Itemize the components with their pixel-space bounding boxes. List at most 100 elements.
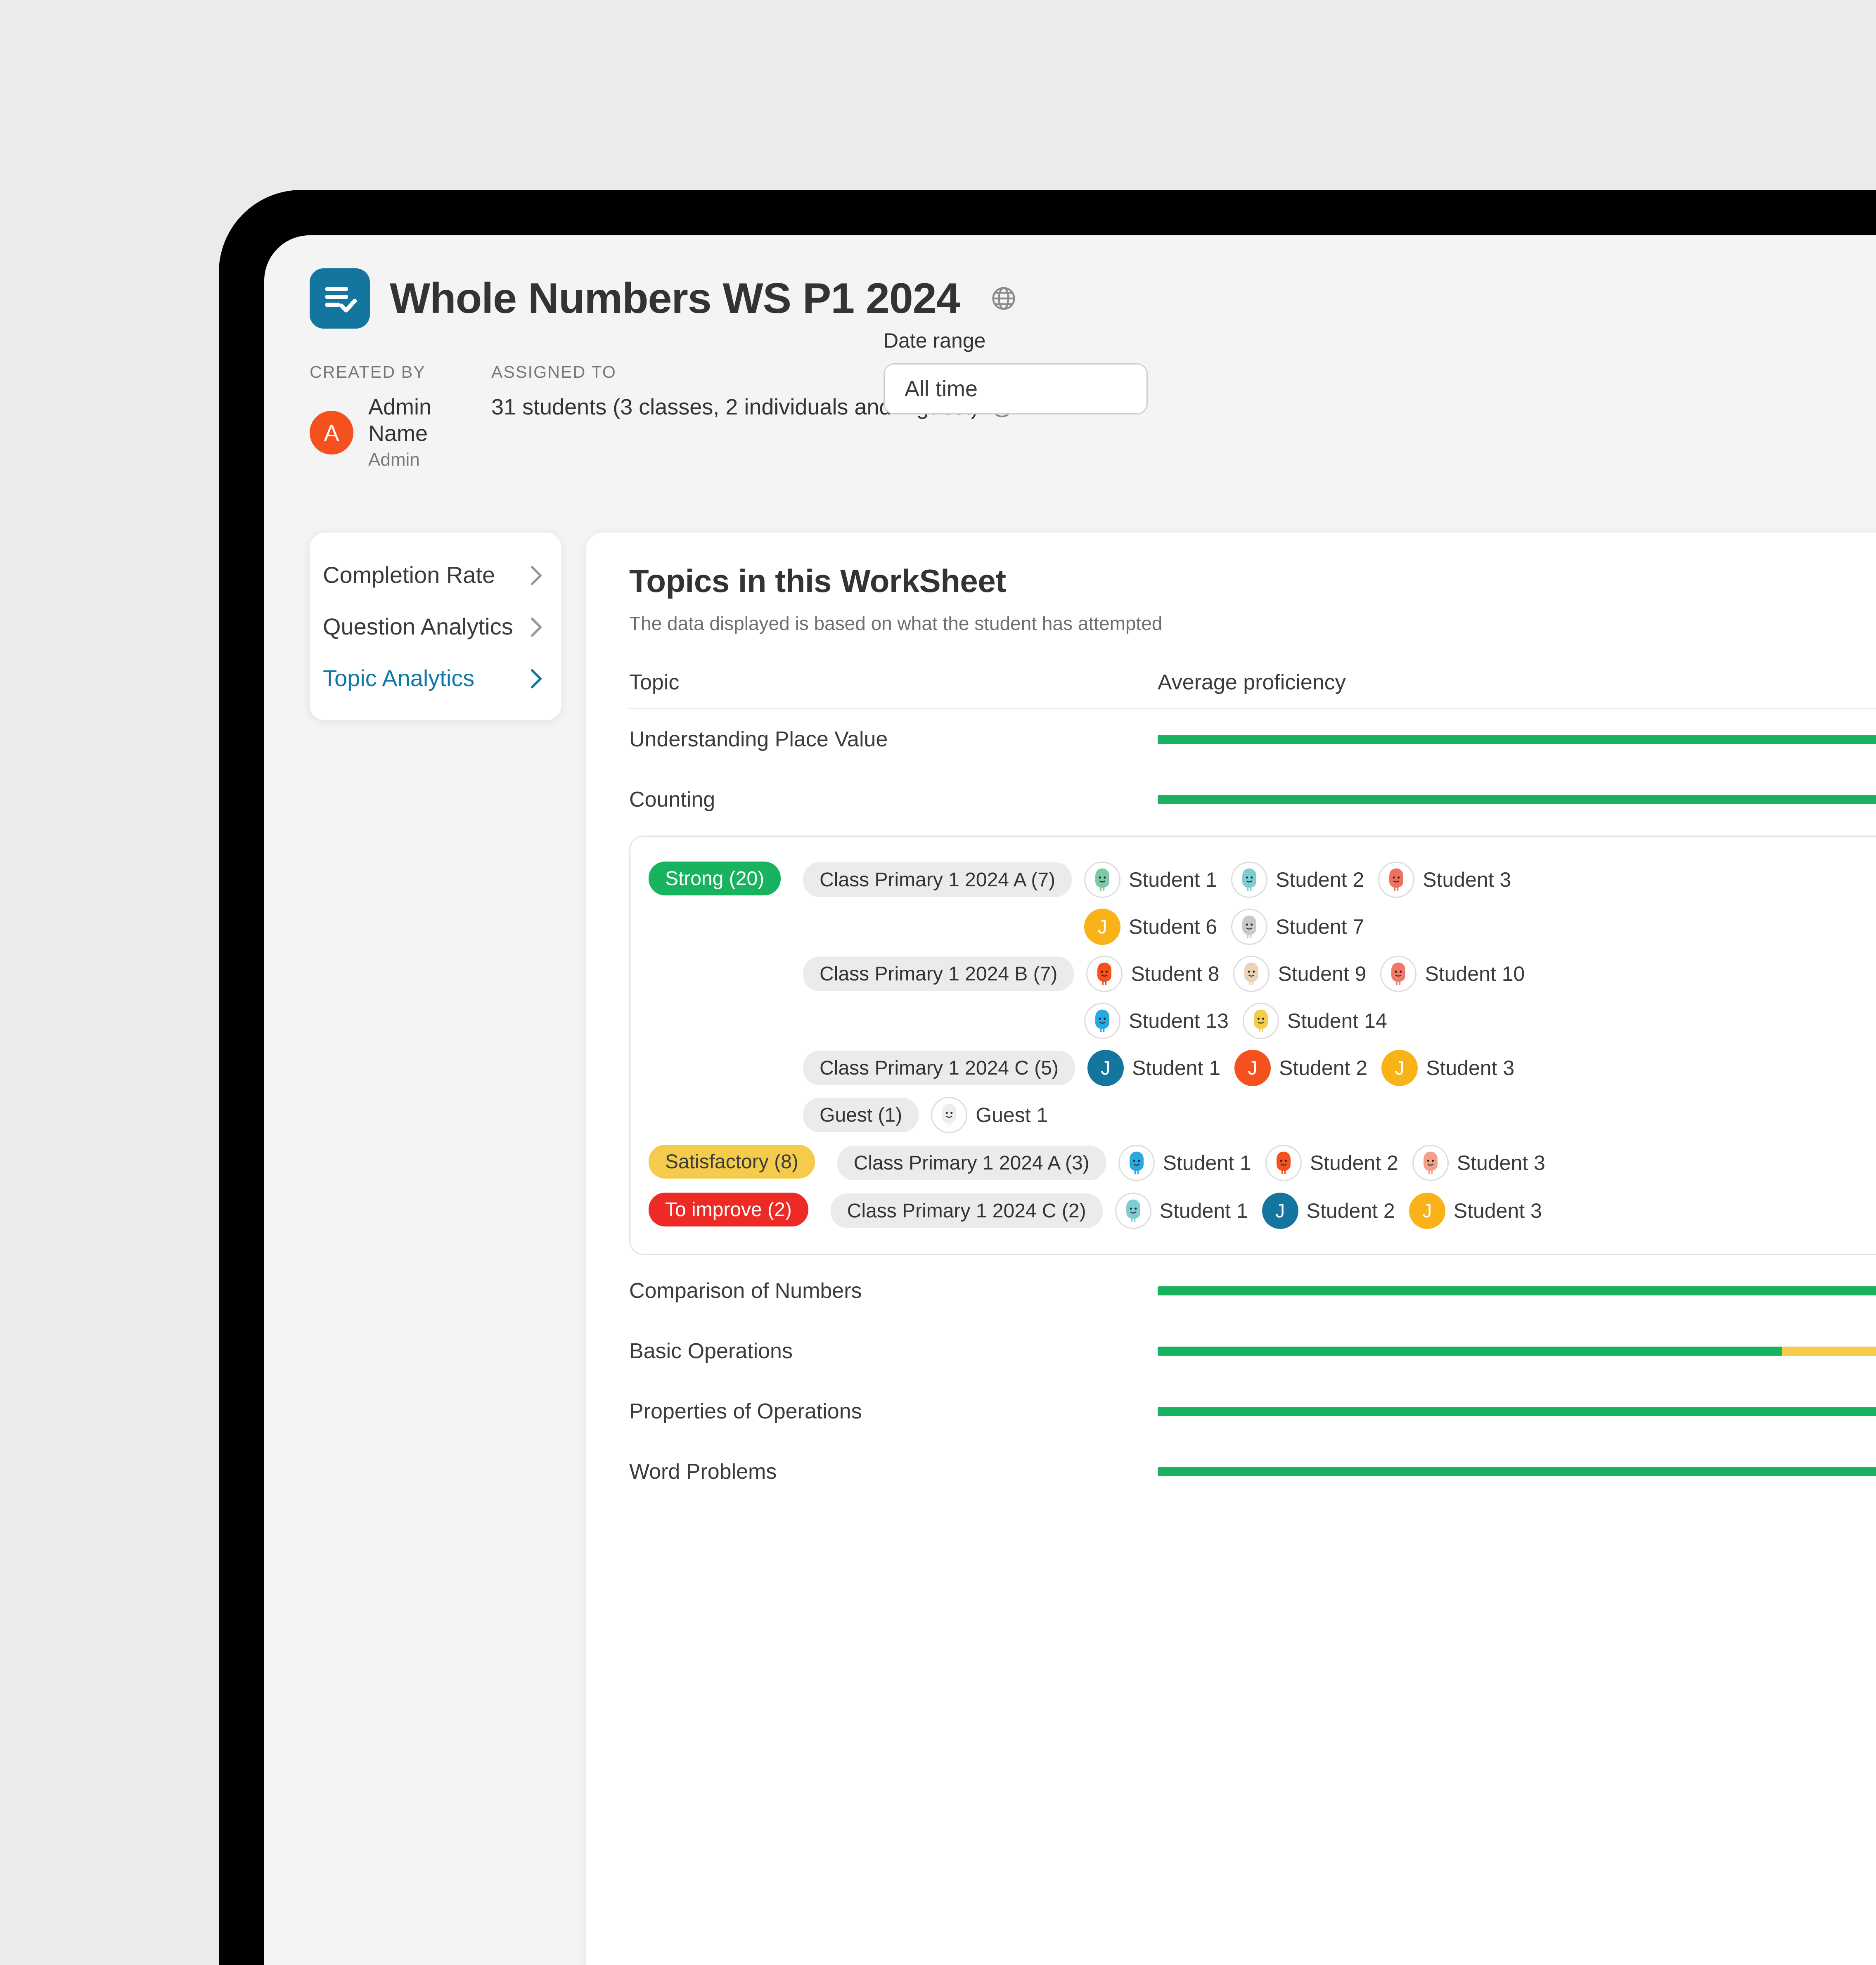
table-row[interactable]: Understanding Place Value bbox=[629, 709, 1876, 769]
proficiency-bar bbox=[1158, 1467, 1876, 1476]
student-name: Guest 1 bbox=[976, 1103, 1048, 1127]
proficiency-bar-segment bbox=[1158, 1467, 1876, 1476]
monster-blue-icon bbox=[1084, 1003, 1120, 1039]
student-pill[interactable]: J Student 6 bbox=[1084, 909, 1217, 945]
proficiency-bar bbox=[1158, 1407, 1876, 1416]
date-range-select[interactable]: All time bbox=[884, 363, 1148, 414]
status-badge: To improve (2) bbox=[649, 1193, 808, 1226]
date-range-block: Date range All time bbox=[884, 329, 1148, 414]
proficiency-bar-segment bbox=[1158, 795, 1876, 804]
monster-teal-icon bbox=[1231, 862, 1267, 898]
monster-teal-icon bbox=[1115, 1193, 1151, 1229]
proficiency-bar bbox=[1158, 795, 1876, 804]
column-header-proficiency: Average proficiency bbox=[1158, 670, 1346, 695]
chevron-right-icon bbox=[529, 616, 543, 637]
student-pill[interactable]: JStudent 2 bbox=[1234, 1050, 1367, 1086]
proficiency-bar-segment bbox=[1158, 1286, 1876, 1295]
proficiency-group: To improve (2) Class Primary 1 2024 C (2)… bbox=[630, 1187, 1876, 1235]
sidebar-item-question-analytics[interactable]: Question Analytics bbox=[310, 601, 561, 652]
list-item: Class Primary 1 2024 A (7)Student 13Stud… bbox=[803, 1003, 1876, 1039]
student-pill[interactable]: Student 8 bbox=[1086, 956, 1219, 992]
student-name: Student 3 bbox=[1423, 868, 1511, 892]
monster-peach-icon bbox=[1412, 1145, 1449, 1181]
sidebar-item-topic-analytics[interactable]: Topic Analytics bbox=[310, 652, 561, 704]
student-pill[interactable]: J Student 3 bbox=[1409, 1193, 1542, 1229]
class-chip[interactable]: Class Primary 1 2024 C (2) bbox=[831, 1193, 1103, 1228]
sidebar-item-label: Completion Rate bbox=[323, 561, 495, 588]
topic-name: Word Problems bbox=[629, 1459, 1158, 1484]
initial-avatar: J bbox=[1084, 909, 1120, 945]
card-title: Topics in this WorkSheet bbox=[629, 562, 1876, 600]
student-pill[interactable]: Student 3 bbox=[1378, 862, 1511, 898]
student-name: Student 9 bbox=[1278, 962, 1366, 986]
student-name: Student 1 bbox=[1160, 1199, 1248, 1223]
monster-yellow-icon bbox=[1243, 1003, 1279, 1039]
student-pill[interactable]: JStudent 2 bbox=[1262, 1193, 1395, 1229]
monster-red-icon bbox=[1378, 862, 1414, 898]
checklist-icon bbox=[310, 268, 370, 329]
table-row[interactable]: Properties of Operations bbox=[629, 1381, 1876, 1442]
proficiency-bar bbox=[1158, 1286, 1876, 1295]
student-name: Student 14 bbox=[1287, 1009, 1387, 1033]
list-item: Guest (1) Guest 1 bbox=[803, 1097, 1876, 1133]
date-range-label: Date range bbox=[884, 329, 1148, 353]
student-pill[interactable]: Student 14 bbox=[1243, 1003, 1387, 1039]
student-name: Student 2 bbox=[1279, 1056, 1367, 1080]
created-by-block: CREATED BY A Admin Name Admin bbox=[310, 362, 491, 471]
student-name: Student 3 bbox=[1454, 1199, 1542, 1223]
status-badge: Satisfactory (8) bbox=[649, 1145, 815, 1179]
student-pill[interactable]: Student 1 bbox=[1118, 1145, 1251, 1181]
student-pill[interactable]: Student 1 bbox=[1115, 1193, 1248, 1229]
initial-avatar: J bbox=[1087, 1050, 1124, 1086]
proficiency-group-body: Class Primary 1 2024 A (7) Student 1 Stude… bbox=[803, 862, 1876, 1133]
table-row[interactable]: Comparison of Numbers bbox=[629, 1261, 1876, 1321]
proficiency-bar-segment bbox=[1782, 1347, 1876, 1356]
initial-avatar: J bbox=[1409, 1193, 1445, 1229]
initial-avatar: J bbox=[1381, 1050, 1418, 1086]
proficiency-group-body: Class Primary 1 2024 A (3) Student 1 Stude… bbox=[837, 1145, 1876, 1181]
student-name: Student 10 bbox=[1425, 962, 1525, 986]
student-pill[interactable]: Student 1 bbox=[1084, 862, 1217, 898]
creator: A Admin Name Admin bbox=[310, 394, 491, 471]
sidebar-item-label: Topic Analytics bbox=[323, 665, 474, 691]
class-chip[interactable]: Class Primary 1 2024 C (5) bbox=[803, 1051, 1075, 1085]
title-row: Whole Numbers WS P1 2024 bbox=[264, 235, 1876, 329]
student-name: Student 3 bbox=[1426, 1056, 1514, 1080]
student-pill[interactable]: Student 3 bbox=[1412, 1145, 1545, 1181]
student-name: Student 2 bbox=[1310, 1151, 1398, 1175]
sidebar-item-label: Question Analytics bbox=[323, 613, 513, 640]
topic-name: Comparison of Numbers bbox=[629, 1278, 1158, 1303]
table-row[interactable]: Basic Operations bbox=[629, 1321, 1876, 1381]
student-pill[interactable]: Student 9 bbox=[1233, 956, 1366, 992]
student-pill[interactable]: Student 13 bbox=[1084, 1003, 1229, 1039]
monster-salmon-icon bbox=[1380, 956, 1416, 992]
status-badge: Strong (20) bbox=[649, 862, 781, 895]
student-pill[interactable]: J Student 3 bbox=[1381, 1050, 1514, 1086]
student-pill[interactable]: Student 7 bbox=[1231, 909, 1364, 945]
proficiency-group: Satisfactory (8) Class Primary 1 2024 A (… bbox=[630, 1139, 1876, 1187]
card-subtitle: The data displayed is based on what the … bbox=[629, 612, 1876, 634]
table-row[interactable]: Word Problems bbox=[629, 1442, 1876, 1502]
proficiency-bar bbox=[1158, 1347, 1876, 1356]
student-pill[interactable]: Guest 1 bbox=[931, 1097, 1048, 1133]
student-pill[interactable]: JStudent 1 bbox=[1087, 1050, 1220, 1086]
table-header: Topic Average proficiency bbox=[629, 670, 1876, 709]
table-row[interactable]: Counting bbox=[629, 769, 1876, 830]
class-chip[interactable]: Class Primary 1 2024 B (7) bbox=[803, 956, 1074, 991]
sidebar-item-completion-rate[interactable]: Completion Rate bbox=[310, 549, 561, 601]
student-name: Student 3 bbox=[1457, 1151, 1545, 1175]
created-by-label: CREATED BY bbox=[310, 362, 491, 382]
class-chip[interactable]: Class Primary 1 2024 A (3) bbox=[837, 1146, 1106, 1180]
class-chip[interactable]: Class Primary 1 2024 A (7) bbox=[803, 862, 1072, 897]
class-chip[interactable]: Guest (1) bbox=[803, 1098, 919, 1132]
student-name: Student 6 bbox=[1129, 915, 1217, 939]
list-item: Class Primary 1 2024 C (5)JStudent 1JStu… bbox=[803, 1050, 1876, 1086]
list-item: Class Primary 1 2024 B (7) Student 8 Stude… bbox=[803, 956, 1876, 992]
topic-name: Properties of Operations bbox=[629, 1399, 1158, 1424]
student-name: Student 13 bbox=[1129, 1009, 1229, 1033]
student-pill[interactable]: Student 2 bbox=[1265, 1145, 1398, 1181]
student-pill[interactable]: Student 10 bbox=[1380, 956, 1525, 992]
meta-row: CREATED BY A Admin Name Admin ASSIGNED T… bbox=[264, 329, 1876, 471]
student-name: Student 1 bbox=[1129, 868, 1217, 892]
student-pill[interactable]: Student 2 bbox=[1231, 862, 1364, 898]
